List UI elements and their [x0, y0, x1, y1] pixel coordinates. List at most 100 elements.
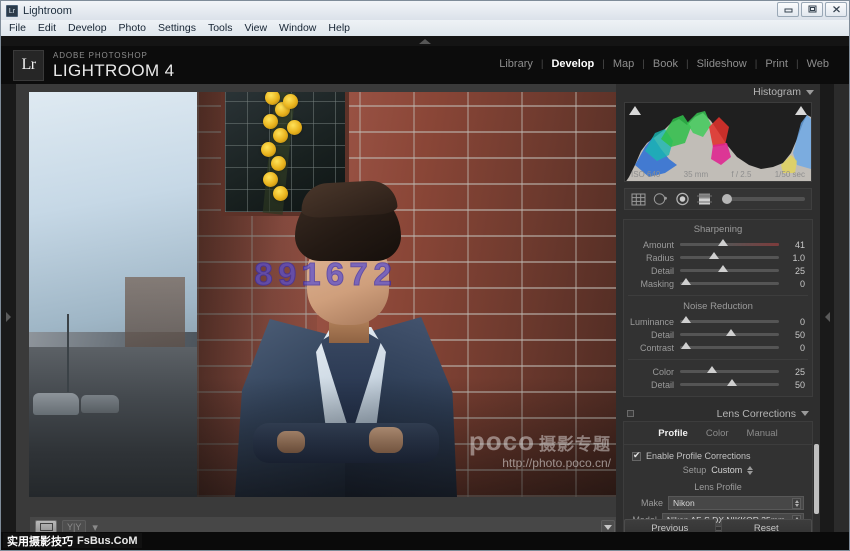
module-book[interactable]: Book [645, 58, 686, 70]
tool-size-slider[interactable] [722, 194, 805, 204]
slider-row[interactable]: Contrast 0 [624, 341, 812, 354]
menu-file[interactable]: File [9, 22, 26, 34]
right-panel-toggle[interactable] [820, 84, 834, 550]
slider-row[interactable]: Radius 1.0 [624, 251, 812, 264]
tab-color[interactable]: Color [706, 428, 729, 439]
sharpening-amount-track[interactable] [680, 239, 779, 246]
slider-row[interactable]: Amount 41 [624, 238, 812, 251]
module-library[interactable]: Library [491, 58, 541, 70]
enable-profile-corrections-checkbox[interactable] [632, 450, 641, 461]
menu-view[interactable]: View [244, 22, 267, 34]
poco-url-text: http://photo.poco.cn/ [502, 456, 611, 470]
module-print[interactable]: Print [757, 58, 796, 70]
application-window: Lr Lightroom File Edit Develop Photo Set… [0, 0, 850, 551]
poco-brand-text: poco 摄影专题 [468, 426, 611, 456]
menu-help[interactable]: Help [328, 22, 350, 34]
slider-row[interactable]: Detail 25 [624, 264, 812, 277]
right-panel-scrollbar[interactable] [814, 444, 819, 514]
lens-make-row[interactable]: Make Nikon [624, 496, 812, 510]
detail-panel: Sharpening Amount 41 Radius 1.0 Detail 2… [623, 219, 813, 397]
panel-divider [628, 359, 808, 360]
nr-luminance-detail-track[interactable] [680, 329, 779, 336]
poco-cn-text: 摄影专题 [539, 435, 611, 454]
nr-color-detail-track[interactable] [680, 379, 779, 386]
minimize-button[interactable] [777, 2, 799, 17]
nr-luminance-track[interactable] [680, 316, 779, 323]
site-watermark: 实用摄影技巧 FsBus.CoM [3, 533, 142, 548]
sharpening-amount-value: 41 [794, 239, 805, 250]
tab-manual[interactable]: Manual [747, 428, 778, 439]
setup-spinner-icon[interactable] [747, 465, 754, 475]
menu-photo[interactable]: Photo [119, 22, 146, 34]
chevron-up-icon [419, 38, 431, 44]
lens-corrections-header[interactable]: Lens Corrections [623, 406, 813, 421]
lightroom-app: Lr ADOBE PHOTOSHOP LIGHTROOM 4 Library |… [1, 36, 849, 550]
slider-row[interactable]: Detail 50 [624, 378, 812, 391]
red-eye-icon[interactable] [675, 192, 690, 207]
menu-window[interactable]: Window [279, 22, 316, 34]
close-button[interactable] [825, 2, 847, 17]
histogram-graph[interactable]: ISO 640 35 mm f / 2.5 1/50 sec [624, 102, 812, 182]
chevron-down-icon [604, 524, 612, 530]
nr-color-detail-value: 50 [794, 379, 805, 390]
nr-luminance-detail-label: Detail [650, 329, 674, 340]
identity-plate: ADOBE PHOTOSHOP LIGHTROOM 4 [53, 50, 175, 80]
photo-preview[interactable]: 891672 poco 摄影专题 http://photo.poco.cn/ [29, 92, 621, 497]
overlay-code-watermark: 891672 [253, 258, 397, 296]
slider-row[interactable]: Luminance 0 [624, 315, 812, 328]
module-slideshow[interactable]: Slideshow [689, 58, 755, 70]
maximize-button[interactable] [801, 2, 823, 17]
sharpening-radius-value: 1.0 [792, 252, 805, 263]
setup-value[interactable]: Custom [711, 465, 742, 475]
workspace: 891672 poco 摄影专题 http://photo.poco.cn/ Y|… [1, 84, 849, 550]
histogram-panel-header[interactable]: Histogram [616, 84, 820, 100]
slider-row[interactable]: Detail 50 [624, 328, 812, 341]
exif-focal-length: 35 mm [683, 170, 709, 179]
sharpening-masking-label: Masking [640, 278, 674, 289]
lens-make-field[interactable]: Nikon [668, 496, 804, 510]
chevron-down-icon[interactable] [801, 411, 809, 416]
menu-settings[interactable]: Settings [158, 22, 196, 34]
nr-color-value: 25 [794, 366, 805, 377]
image-canvas: 891672 poco 摄影专题 http://photo.poco.cn/ Y|… [16, 84, 634, 550]
module-map[interactable]: Map [605, 58, 642, 70]
lens-make-label: Make [640, 498, 663, 508]
left-panel-toggle[interactable] [1, 84, 16, 550]
develop-tool-strip [624, 188, 812, 210]
menu-tools[interactable]: Tools [208, 22, 233, 34]
photo-car-1 [33, 393, 79, 415]
crop-overlay-icon[interactable] [631, 192, 646, 207]
menu-develop[interactable]: Develop [68, 22, 107, 34]
nr-contrast-track[interactable] [680, 342, 779, 349]
panel-switch-icon[interactable] [627, 410, 634, 417]
chevron-down-icon[interactable] [806, 89, 814, 95]
module-develop[interactable]: Develop [543, 58, 602, 70]
sharpening-title: Sharpening [693, 224, 743, 235]
tab-profile[interactable]: Profile [658, 428, 688, 439]
setup-label: Setup [682, 465, 707, 475]
spot-removal-icon[interactable] [653, 192, 668, 207]
sharpening-detail-label: Detail [650, 265, 674, 276]
sharpening-radius-label: Radius [645, 252, 674, 263]
panel-divider [628, 295, 808, 296]
brand-superscript: ADOBE PHOTOSHOP [53, 50, 148, 60]
lens-profile-title: Lens Profile [694, 482, 742, 492]
slider-row[interactable]: Masking 0 [624, 277, 812, 290]
tool-size-slider-knob[interactable] [722, 194, 732, 204]
top-panel-toggle[interactable] [1, 36, 849, 46]
product-title: LIGHTROOM 4 [53, 60, 175, 80]
nr-color-track[interactable] [680, 366, 779, 373]
exif-shutter-speed: 1/50 sec [774, 170, 805, 179]
setup-row[interactable]: Setup Custom [624, 461, 812, 475]
sharpening-masking-value: 0 [799, 278, 805, 289]
sharpening-radius-track[interactable] [680, 252, 779, 259]
enable-profile-corrections-row[interactable]: Enable Profile Corrections [624, 445, 812, 461]
spinner-icon[interactable] [792, 497, 801, 509]
sharpening-detail-track[interactable] [680, 265, 779, 272]
module-web[interactable]: Web [799, 58, 837, 70]
menu-edit[interactable]: Edit [38, 22, 56, 34]
lightroom-logo: Lr [13, 49, 44, 81]
slider-row[interactable]: Color 25 [624, 365, 812, 378]
sharpening-masking-track[interactable] [680, 278, 779, 285]
graduated-filter-icon[interactable] [697, 192, 712, 207]
